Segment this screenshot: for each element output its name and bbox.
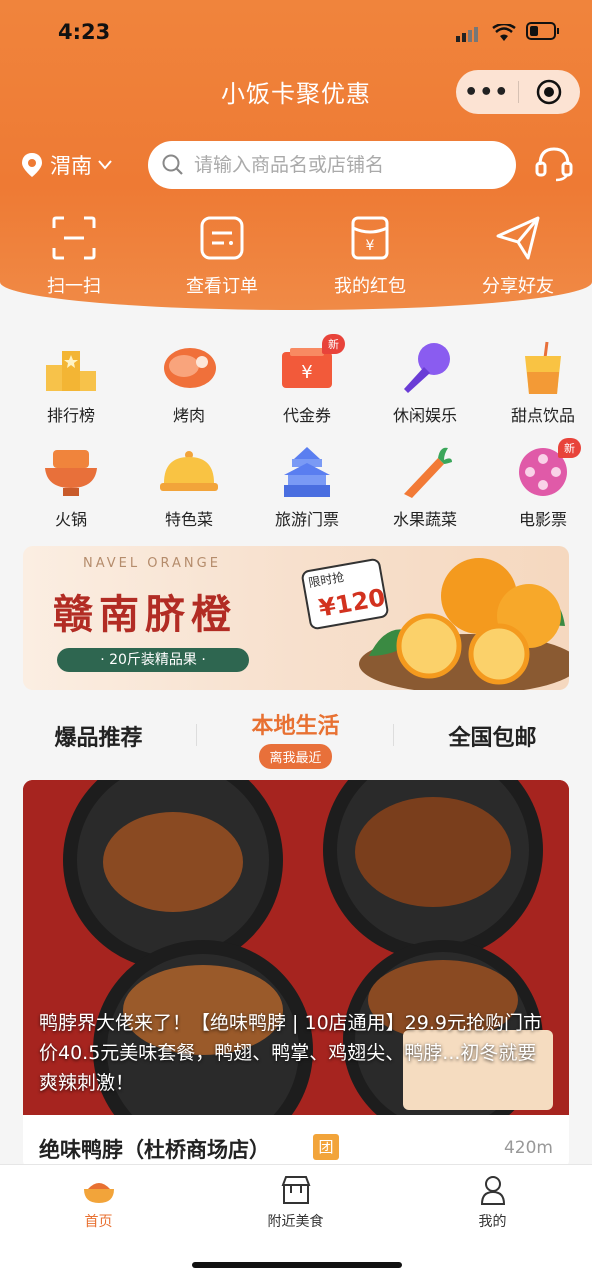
category-label: 代金券 [282,406,331,425]
category-bbq[interactable]: 烤肉 [130,338,248,426]
tab-sub-label: 离我最近 [259,744,332,769]
deal-description: 鸭脖界大佬来了！【绝味鸭脖 | 10店通用】29.9元抢购门市价40.5元美味套… [39,1012,542,1094]
meat-icon [164,348,216,388]
order-icon [200,216,244,260]
share-icon [496,216,540,260]
chevron-down-icon [98,160,112,170]
category-fruits-veg[interactable]: 水果蔬菜 [366,442,484,530]
temple-icon [284,447,330,497]
category-label: 旅游门票 [274,510,339,529]
banner-pill: · 20斤装精品果 · [57,648,249,672]
microphone-icon [404,343,450,393]
search-bar[interactable] [148,141,516,189]
nav-profile[interactable]: 我的 [394,1165,591,1280]
nav-label: 首页 [84,1214,113,1230]
view-orders-label: 查看订单 [186,276,258,297]
distance: 420m [503,1138,553,1158]
tab-label: 爆品推荐 [54,726,143,751]
tab-label: 全国包邮 [448,726,537,751]
tab-label: 本地生活 [251,714,340,739]
banner-subtitle: NAVEL ORANGE [83,556,221,571]
category-label: 水果蔬菜 [392,510,457,529]
signal-icon [456,27,478,42]
category-entertainment[interactable]: 休闲娱乐 [366,338,484,426]
nav-home[interactable]: 首页 [0,1165,197,1280]
tab-hot-picks[interactable]: 爆品推荐 [0,704,197,774]
promo-banner[interactable]: NAVEL ORANGE 赣南脐橙 · 20斤装精品果 · 限时抢 ¥120 [23,546,569,690]
headset-icon[interactable] [534,143,574,183]
tab-local-life[interactable]: 本地生活 离我最近 [197,704,394,774]
category-label: 火锅 [54,510,87,529]
bowl-icon [83,1183,114,1203]
share-label: 分享好友 [482,276,554,297]
price-label: 限时抢 [307,570,346,591]
category-voucher[interactable]: ¥ 新 代金券 [248,334,366,426]
new-badge: 新 [322,334,345,354]
new-badge: 新 [558,438,581,458]
category-specialty[interactable]: 特色菜 [130,442,248,530]
podium-icon [46,351,96,391]
feed-tabs: 爆品推荐 本地生活 离我最近 全国包邮 [0,704,592,774]
share-button[interactable]: 分享好友 [444,214,592,298]
battery-icon [526,22,559,40]
person-icon [480,1176,505,1205]
search-icon [162,154,183,175]
category-dessert-drinks[interactable]: 甜点饮品 [484,338,592,426]
orange-image [359,558,569,690]
drink-icon [525,341,561,394]
tab-free-shipping[interactable]: 全国包邮 [394,704,591,774]
home-indicator [192,1262,402,1268]
status-bar: 4:23 [0,18,592,48]
scan-button[interactable]: 扫一扫 [0,214,148,298]
dish-cover-icon [160,451,218,491]
red-packet-button[interactable]: ¥ 我的红包 [296,214,444,298]
category-label: 烤肉 [172,406,205,425]
status-time: 4:23 [58,20,111,44]
red-packet-label: 我的红包 [334,276,406,297]
location-pin-icon [22,153,42,177]
scan-label: 扫一扫 [47,276,101,297]
group-buy-tag: 团 [313,1134,339,1160]
scan-icon [52,216,96,260]
city-label: 渭南 [50,154,92,178]
carrot-icon [404,447,452,498]
close-target-icon [536,79,562,105]
category-label: 特色菜 [164,510,213,529]
banner-title: 赣南脐橙 [53,591,237,638]
deal-card[interactable]: 鸭脖界大佬来了！【绝味鸭脖 | 10店通用】29.9元抢购门市价40.5元美味套… [23,780,569,1170]
category-hotpot[interactable]: 火锅 [12,442,130,530]
category-label: 休闲娱乐 [392,406,457,425]
svg-text:¥: ¥ [366,238,375,254]
hotpot-icon [45,450,97,496]
store-icon [281,1176,310,1204]
svg-text:¥: ¥ [301,362,312,383]
location-selector[interactable]: 渭南 [22,150,112,180]
more-button[interactable]: ••• [456,80,518,105]
category-label: 电影票 [518,510,567,529]
category-label: 排行榜 [46,406,95,425]
wifi-icon [492,24,516,41]
close-button[interactable] [518,79,580,105]
quick-actions: 扫一扫 查看订单 ¥ 我的红包 分享好友 [0,214,592,298]
shop-name: 绝味鸭脖（杜桥商场店） [39,1138,270,1162]
category-movies[interactable]: 新 电影票 [484,438,592,530]
nav-label: 附近美食 [267,1214,324,1230]
category-tickets[interactable]: 旅游门票 [248,442,366,530]
header: 4:23 小饭卡聚优惠 ••• 渭南 请输入商品名或店铺名 扫一扫 查看订单 ¥… [0,0,592,310]
nav-label: 我的 [478,1214,507,1230]
red-packet-icon: ¥ [351,216,389,260]
view-orders-button[interactable]: 查看订单 [148,214,296,298]
search-input[interactable] [194,154,494,176]
mini-program-capsule: ••• [456,70,580,114]
category-label: 甜点饮品 [510,406,575,425]
category-ranking[interactable]: 排行榜 [12,338,130,426]
category-grid: 排行榜 烤肉 ¥ 新 代金券 休闲娱乐 甜点饮品 火锅 特色菜 旅游门票 水果蔬… [0,334,592,530]
